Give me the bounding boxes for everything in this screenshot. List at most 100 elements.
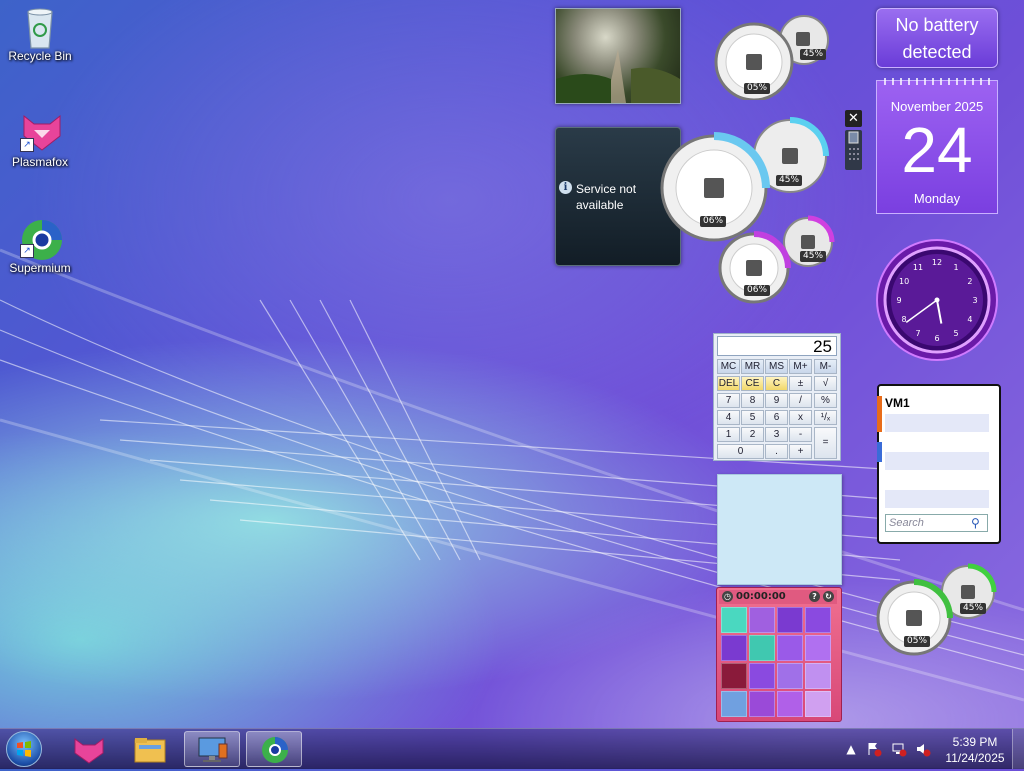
puzzle-tile[interactable] <box>721 635 747 661</box>
puzzle-tile[interactable] <box>805 607 831 633</box>
puzzle-tile[interactable] <box>777 691 803 717</box>
desktop-icon-plasmafox[interactable]: ↗ Plasmafox <box>0 112 80 169</box>
calc-button-minus[interactable]: - <box>789 427 812 442</box>
cpu-usage-label: 06% <box>744 285 771 296</box>
taskbar-supermium[interactable] <box>246 731 302 767</box>
supermium-icon: ↗ <box>20 218 62 260</box>
puzzle-tile[interactable] <box>749 635 775 661</box>
supermium-icon <box>262 737 288 763</box>
taskbar-plasmafox[interactable] <box>61 731 117 767</box>
puzzle-tile[interactable] <box>721 691 747 717</box>
calc-button-equals[interactable]: = <box>814 427 837 459</box>
taskbar-clock[interactable]: 5:39 PM 11/24/2025 <box>940 734 1010 766</box>
clock-number: 3 <box>972 296 977 305</box>
ram-chip-icon <box>801 235 815 249</box>
gadget-close-button[interactable]: ✕ <box>845 110 862 127</box>
calc-button-negate[interactable]: ± <box>789 376 812 391</box>
wallpaper-streaks <box>0 248 1024 702</box>
calc-button-mc[interactable]: MC <box>717 359 740 374</box>
show-desktop-button[interactable] <box>1012 729 1024 769</box>
calc-button-5[interactable]: 5 <box>741 410 764 425</box>
calc-button-decimal[interactable]: . <box>765 444 788 459</box>
calc-button-7[interactable]: 7 <box>717 393 740 408</box>
puzzle-tile[interactable] <box>777 607 803 633</box>
network-icon[interactable] <box>891 741 907 757</box>
sticky-note-gadget[interactable] <box>717 474 842 585</box>
feed-item[interactable] <box>885 490 989 508</box>
puzzle-tile[interactable] <box>721 607 747 633</box>
clock-number: 6 <box>934 334 939 343</box>
feed-item[interactable] <box>885 452 989 470</box>
puzzle-tile[interactable] <box>777 635 803 661</box>
search-icon[interactable]: ⚲ <box>971 516 985 530</box>
feed-tab-blue[interactable] <box>877 442 882 462</box>
puzzle-tile[interactable] <box>805 691 831 717</box>
puzzle-tile[interactable] <box>749 607 775 633</box>
calc-button-percent[interactable]: % <box>814 393 837 408</box>
puzzle-help-icon[interactable]: ? <box>809 591 820 602</box>
calc-button-2[interactable]: 2 <box>741 427 764 442</box>
tray-overflow-arrow-icon[interactable]: ▲ <box>843 741 859 757</box>
ram-usage-label: 45% <box>800 251 827 262</box>
clock-gadget[interactable]: 12 12 3 45 6 78 9 10 11 <box>876 239 998 361</box>
clock-number: 7 <box>915 329 920 338</box>
clock-time: 5:39 PM <box>952 735 998 749</box>
puzzle-timer: 00:00:00 <box>736 591 786 602</box>
calc-button-mminus[interactable]: M- <box>814 359 837 374</box>
calendar-rings <box>884 78 990 85</box>
action-center-flag-icon[interactable] <box>866 741 882 757</box>
desktop-icon-supermium[interactable]: ↗ Supermium <box>0 218 80 275</box>
calc-button-c[interactable]: C <box>765 376 788 391</box>
calc-button-reciprocal[interactable]: ¹/ₓ <box>814 410 837 425</box>
volume-muted-icon[interactable] <box>915 741 931 757</box>
feed-item[interactable] <box>885 414 989 432</box>
slideshow-photo <box>556 49 680 103</box>
calc-button-mplus[interactable]: M+ <box>789 359 812 374</box>
calc-button-plus[interactable]: + <box>789 444 812 459</box>
calc-button-0[interactable]: 0 <box>717 444 764 459</box>
puzzle-shuffle-icon[interactable]: ↻ <box>823 591 834 602</box>
picture-puzzle-gadget[interactable]: ◷ 00:00:00 ? ↻ <box>716 587 842 722</box>
calc-button-ms[interactable]: MS <box>765 359 788 374</box>
puzzle-tile[interactable] <box>805 635 831 661</box>
calendar-weekday: Monday <box>913 191 961 206</box>
desktop-icon-label: Plasmafox <box>11 155 69 169</box>
calc-button-mr[interactable]: MR <box>741 359 764 374</box>
puzzle-tile[interactable] <box>777 663 803 689</box>
cpu-chip-icon <box>906 610 922 626</box>
taskbar-explorer[interactable] <box>122 731 178 767</box>
calc-button-6[interactable]: 6 <box>765 410 788 425</box>
puzzle-timer-icon[interactable]: ◷ <box>722 591 733 602</box>
puzzle-tile[interactable] <box>749 691 775 717</box>
calendar-gadget[interactable]: November 2025 24 Monday <box>876 78 998 214</box>
slideshow-gadget[interactable] <box>555 8 681 104</box>
calculator-gadget[interactable]: 2 5 MC MR MS M+ M- DEL CE C ± √ 7 8 9 / %… <box>713 333 841 461</box>
calc-button-multiply[interactable]: x <box>789 410 812 425</box>
calc-button-4[interactable]: 4 <box>717 410 740 425</box>
calc-button-8[interactable]: 8 <box>741 393 764 408</box>
start-button[interactable] <box>6 731 42 767</box>
calc-button-9[interactable]: 9 <box>765 393 788 408</box>
calc-button-1[interactable]: 1 <box>717 427 740 442</box>
calc-button-divide[interactable]: / <box>789 393 812 408</box>
desktop-icon-recycle-bin[interactable]: Recycle Bin <box>0 6 80 63</box>
cpu-chip-icon <box>746 260 762 276</box>
puzzle-tile[interactable] <box>721 663 747 689</box>
clock-number: 8 <box>902 315 907 324</box>
feed-tab-orange[interactable] <box>877 396 882 432</box>
cpu-chip-icon <box>746 54 762 70</box>
puzzle-tile[interactable] <box>749 663 775 689</box>
calc-button-del[interactable]: DEL <box>717 376 740 391</box>
calc-button-ce[interactable]: CE <box>741 376 764 391</box>
gadget-drag-handle[interactable] <box>845 130 862 170</box>
clock-date: 11/24/2025 <box>945 751 1005 765</box>
taskbar-remote-desktop[interactable] <box>184 731 240 767</box>
puzzle-tile[interactable] <box>805 663 831 689</box>
calc-button-sqrt[interactable]: √ <box>814 376 837 391</box>
puzzle-toolbar: ◷ 00:00:00 ? ↻ <box>719 590 837 604</box>
battery-gadget[interactable]: No battery detected <box>876 8 998 68</box>
clock-number: 5 <box>953 329 958 338</box>
feed-headlines-gadget[interactable]: VM1 Search ⚲ <box>877 384 1001 544</box>
computer-icon <box>198 737 228 762</box>
calc-button-3[interactable]: 3 <box>765 427 788 442</box>
